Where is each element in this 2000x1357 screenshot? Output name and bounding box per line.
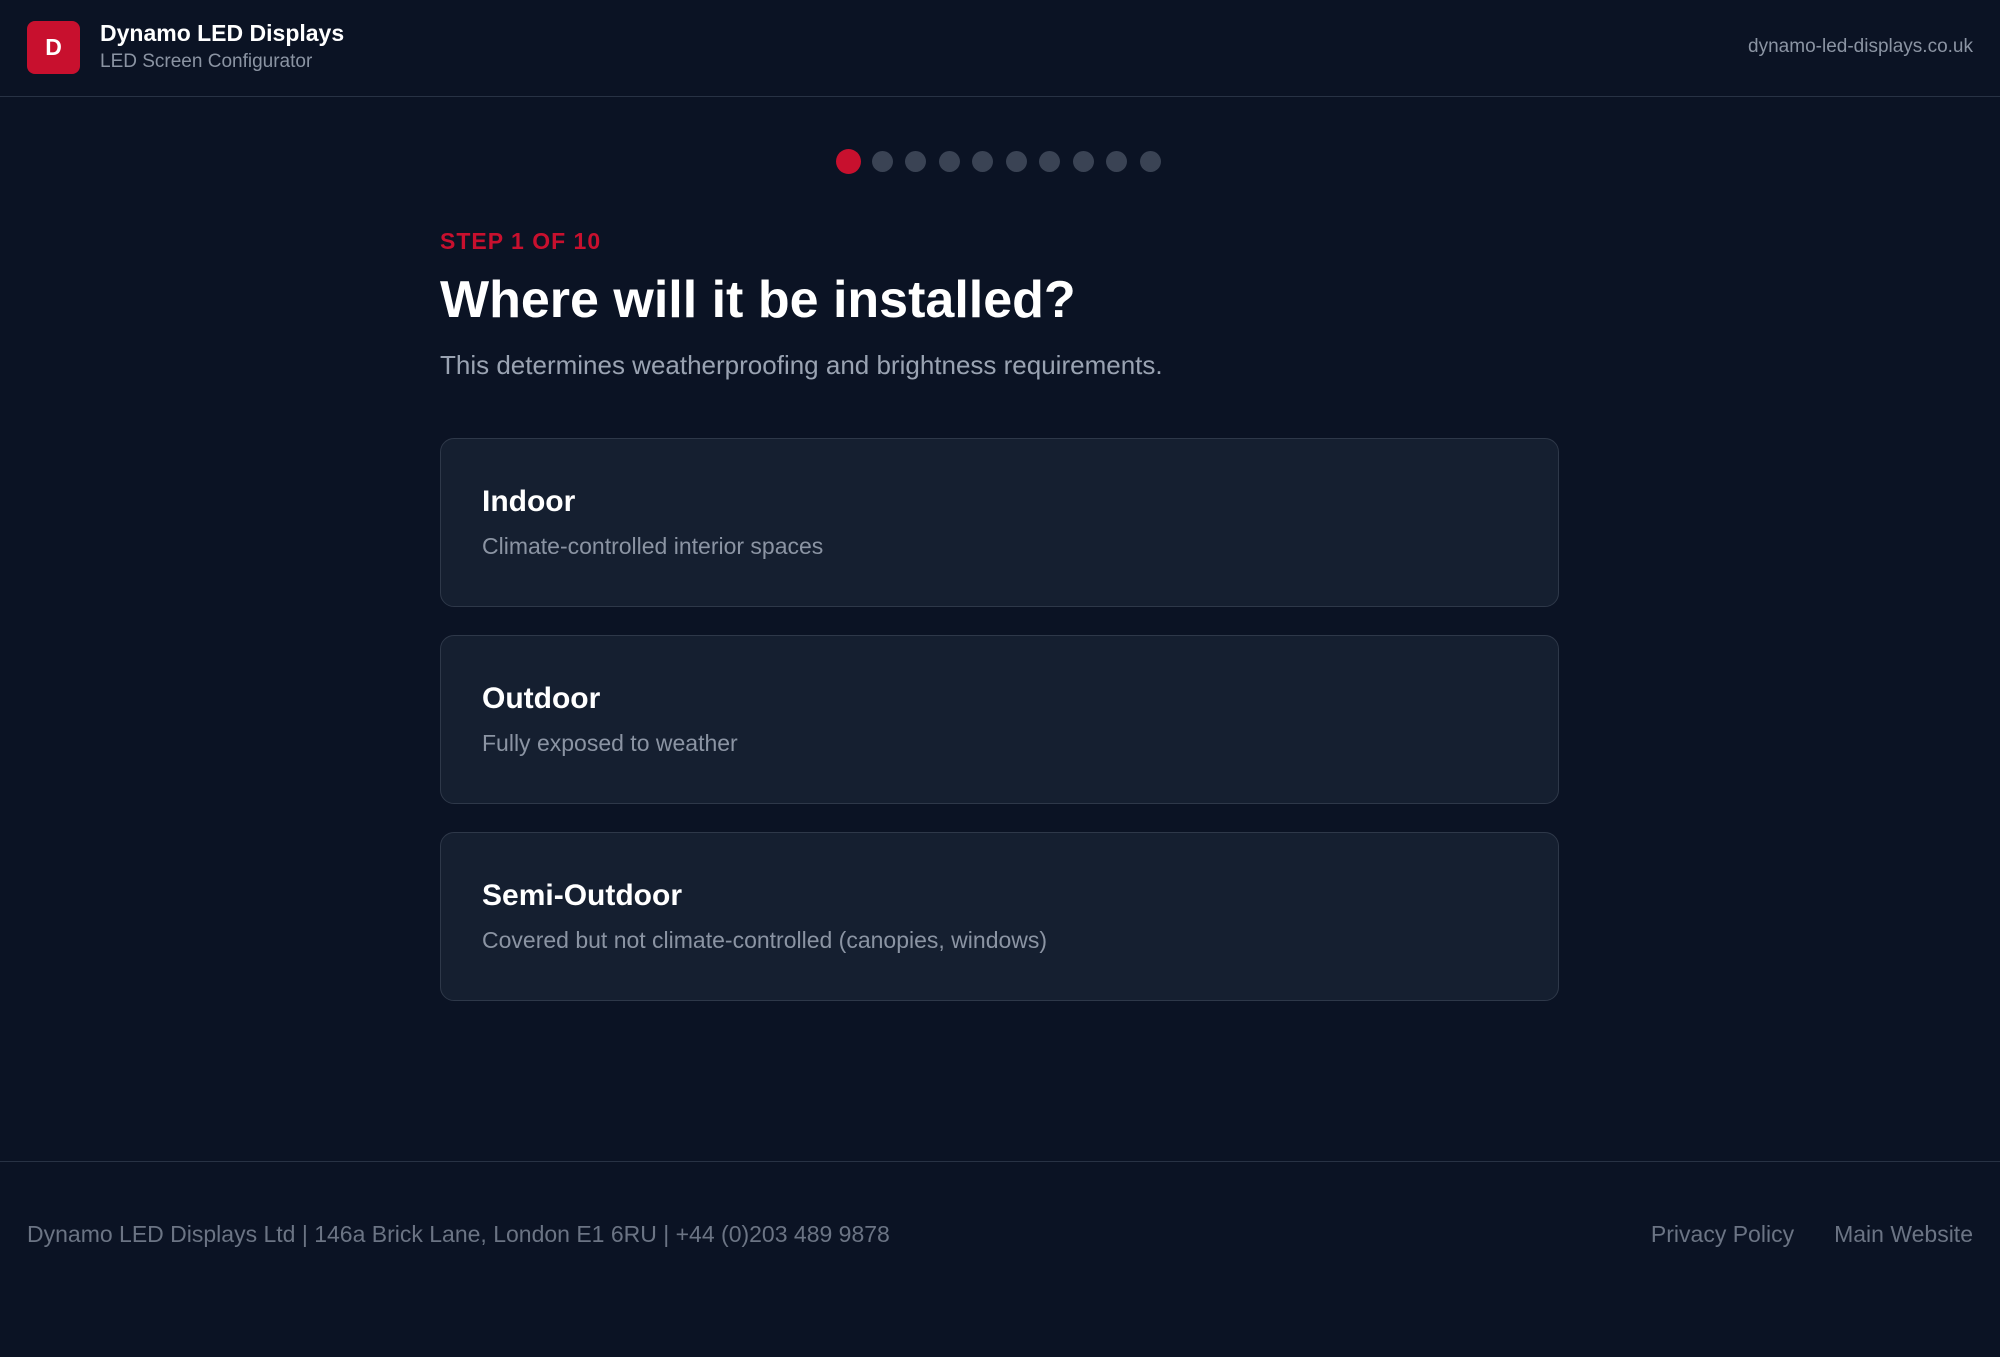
step-dot-1[interactable] xyxy=(836,148,861,174)
privacy-policy-link[interactable]: Privacy Policy xyxy=(1651,1221,1794,1248)
header: D Dynamo LED Displays LED Screen Configu… xyxy=(0,0,2000,97)
step-dot-3[interactable] xyxy=(905,150,926,172)
option-indoor[interactable]: Indoor Climate-controlled interior space… xyxy=(440,438,1559,607)
option-semi-outdoor[interactable]: Semi-Outdoor Covered but not climate-con… xyxy=(440,832,1559,1001)
step-dot-6[interactable] xyxy=(1005,150,1027,172)
footer-links: Privacy Policy Main Website xyxy=(1611,1221,1973,1248)
page-title: Where will it be installed? xyxy=(440,271,1076,329)
step-dot-10[interactable] xyxy=(1139,150,1161,172)
brand-name: Dynamo LED Displays xyxy=(100,20,345,46)
step-dot-2[interactable] xyxy=(871,150,893,172)
step-dot-7[interactable] xyxy=(1039,150,1060,172)
step-progress-dots xyxy=(836,148,1161,174)
step-label: STEP 1 OF 10 xyxy=(440,228,602,254)
option-title: Outdoor xyxy=(482,682,601,715)
step-dot-9[interactable] xyxy=(1106,150,1127,172)
option-title: Semi-Outdoor xyxy=(482,879,682,912)
option-description: Climate-controlled interior spaces xyxy=(482,533,824,559)
page-subtitle: This determines weatherproofing and brig… xyxy=(440,350,1163,380)
website-link[interactable]: dynamo-led-displays.co.uk xyxy=(1748,36,1973,58)
option-description: Fully exposed to weather xyxy=(482,730,738,756)
logo[interactable]: D xyxy=(27,21,80,74)
brand-subtitle: LED Screen Configurator xyxy=(100,51,313,72)
footer: Dynamo LED Displays Ltd | 146a Brick Lan… xyxy=(0,1161,2000,1357)
option-title: Indoor xyxy=(482,485,576,518)
step-dot-8[interactable] xyxy=(1072,150,1094,172)
option-description: Covered but not climate-controlled (cano… xyxy=(482,927,1048,953)
main-website-link[interactable]: Main Website xyxy=(1834,1221,1973,1248)
option-outdoor[interactable]: Outdoor Fully exposed to weather xyxy=(440,635,1559,804)
step-dot-5[interactable] xyxy=(972,150,993,172)
step-dot-4[interactable] xyxy=(938,150,960,172)
company-info: Dynamo LED Displays Ltd | 146a Brick Lan… xyxy=(27,1221,890,1247)
